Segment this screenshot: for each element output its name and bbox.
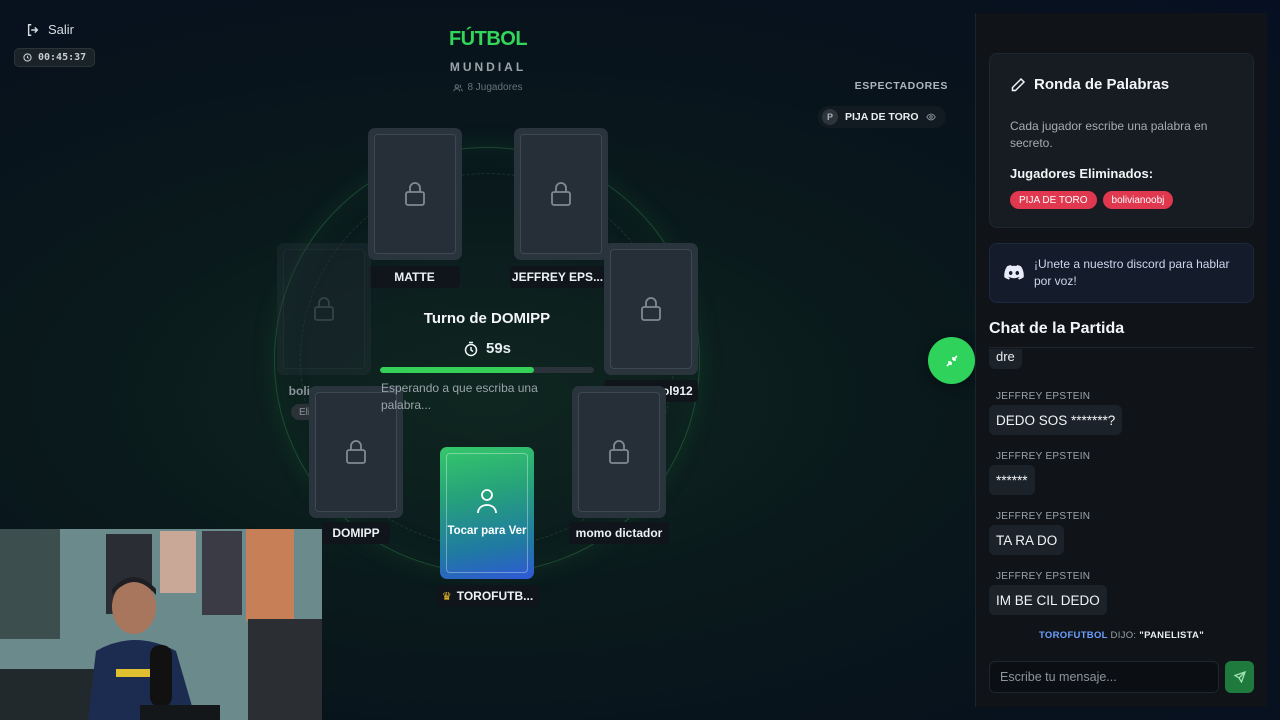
crown-icon: ♛ <box>441 590 452 603</box>
lock-icon <box>405 182 425 206</box>
toggle-panel-button[interactable] <box>928 337 975 384</box>
turn-progress <box>380 367 594 373</box>
round-description: Cada jugador escribe una palabra en secr… <box>1010 119 1208 150</box>
stopwatch-icon <box>464 341 478 356</box>
players-count: 8 Jugadores <box>388 82 588 93</box>
chat-message: DEDO SOS *******? <box>989 405 1123 435</box>
player-name: DOMIPP <box>322 522 390 544</box>
player-name: momo dictador <box>569 522 669 544</box>
chat-message: TA RA DO <box>989 525 1065 555</box>
system-message-word: "PANELISTA" <box>1139 630 1205 641</box>
chat-username: JEFFREY EPSTEIN <box>996 571 1091 582</box>
elapsed-value: 00:45:37 <box>38 52 87 63</box>
system-message-said: DIJO: <box>1110 630 1137 641</box>
discord-banner[interactable]: ¡Unete a nuestro discord para hablar por… <box>989 243 1254 303</box>
eliminated-title: Jugadores Eliminados: <box>1010 166 1154 181</box>
logout-icon <box>27 23 39 36</box>
my-card-label: Tocar para Ver <box>447 524 527 537</box>
chat-title: Chat de la Partida <box>989 320 1125 337</box>
system-message: TOROFUTBOL DIJO: "PANELISTA" <box>989 630 1254 641</box>
player-name: MATTE <box>369 266 460 288</box>
avatar: P <box>822 109 838 125</box>
elapsed-timer: 00:45:37 <box>14 48 96 67</box>
player-name: JEFFREY EPS... <box>510 266 605 288</box>
eye-icon <box>925 113 936 121</box>
eliminated-player-pill: bolivianoobj <box>1102 191 1174 209</box>
lock-icon <box>551 182 571 206</box>
turn-timer: 59s <box>380 340 594 357</box>
player-card-jeffrey[interactable] <box>514 128 608 260</box>
eliminated-player-pill: PIJA DE TORO <box>1010 191 1097 209</box>
chat-divider <box>989 347 1254 348</box>
exit-button[interactable]: Salir <box>26 22 74 37</box>
clock-icon <box>23 53 32 62</box>
turn-title: Turno de DOMIPP <box>423 310 551 327</box>
player-card-dedofutbol[interactable] <box>604 243 698 375</box>
exit-label: Salir <box>48 22 75 37</box>
webcam-image <box>0 529 322 720</box>
player-card-momo[interactable] <box>572 386 666 518</box>
webcam-overlay <box>0 529 322 720</box>
player-card-matte[interactable] <box>368 128 462 260</box>
eliminated-list: PIJA DE TORO bolivianoobj <box>1010 191 1174 209</box>
turn-progress-fill <box>380 367 535 373</box>
chat-message: dre <box>989 349 1022 369</box>
waiting-text: Esperando a que escriba una palabra... <box>381 381 538 412</box>
user-icon <box>477 488 497 513</box>
game-title: FÚTBOL <box>448 28 528 50</box>
spectator-chip[interactable]: P PIJA DE TORO <box>818 106 946 128</box>
pencil-icon <box>1011 77 1026 91</box>
chat-message: IM BE CIL DEDO <box>989 585 1107 615</box>
lock-icon <box>641 297 661 321</box>
lock-icon <box>314 297 334 321</box>
chat-username: JEFFREY EPSTEIN <box>996 451 1091 462</box>
players-count-label: 8 Jugadores <box>467 82 523 93</box>
my-name: TOROFUTB... <box>456 589 534 603</box>
spectators-title: ESPECTADORES <box>854 80 948 92</box>
shrink-icon <box>945 354 958 367</box>
discord-icon <box>1004 265 1024 280</box>
users-icon <box>453 83 464 91</box>
my-card[interactable]: Tocar para Ver <box>440 447 534 579</box>
my-name-tag: ♛ TOROFUTB... <box>436 585 539 607</box>
turn-seconds: 59s <box>485 340 512 357</box>
lock-icon <box>609 440 629 464</box>
chat-input[interactable] <box>989 661 1219 693</box>
chat-message: ****** <box>989 465 1035 495</box>
lock-icon <box>346 440 366 464</box>
chat-username: JEFFREY EPSTEIN <box>996 391 1091 402</box>
discord-text: ¡Unete a nuestro discord para hablar por… <box>1034 257 1230 288</box>
chat-username: JEFFREY EPSTEIN <box>996 511 1091 522</box>
game-subtitle: MUNDIAL <box>449 60 527 74</box>
round-title: Ronda de Palabras <box>1010 76 1169 93</box>
send-icon <box>1233 671 1246 683</box>
spectator-name: PIJA DE TORO <box>845 111 919 123</box>
player-card-bolivianoobj[interactable] <box>277 243 371 375</box>
round-title-label: Ronda de Palabras <box>1034 76 1170 93</box>
send-button[interactable] <box>1225 661 1254 693</box>
system-message-user: TOROFUTBOL <box>1038 630 1108 641</box>
chat-messages[interactable]: dre JEFFREY EPSTEIN DEDO SOS *******? JE… <box>989 349 1254 624</box>
